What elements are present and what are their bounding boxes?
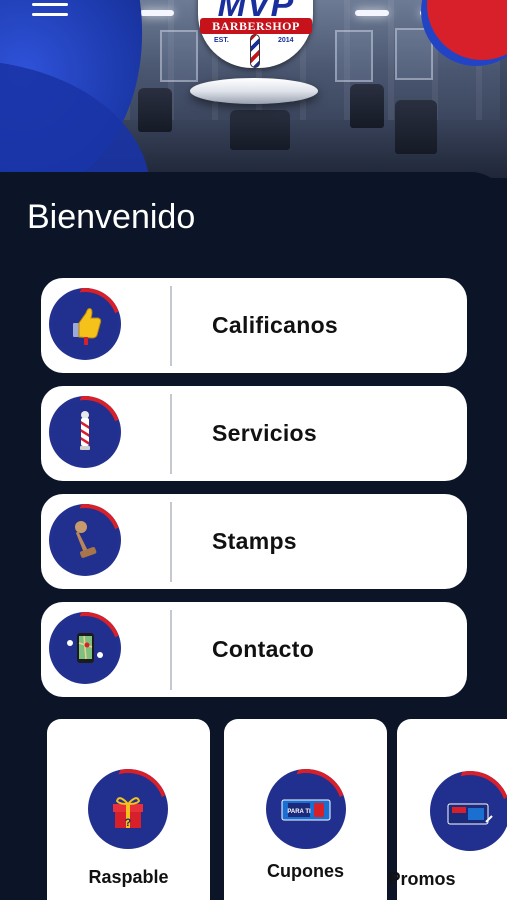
menu-item-servicios[interactable]: Servicios [41, 386, 467, 481]
header-banner: MVP BARBERSHOP EST. 2014 [0, 0, 507, 178]
barber-pole-icon [250, 34, 260, 68]
coupon-ticket-icon: PARA TI [266, 769, 346, 849]
hamburger-menu-icon[interactable] [32, 3, 70, 23]
logo-subtitle: BARBERSHOP [200, 18, 312, 34]
barber-chair [395, 100, 437, 154]
menu-item-label: Stamps [212, 528, 297, 554]
welcome-heading: Bienvenido [27, 198, 196, 236]
barber-pole-icon [49, 396, 121, 468]
tile-label: Raspable [88, 867, 169, 887]
menu-item-label: Calificanos [212, 312, 339, 338]
menu-item-contacto[interactable]: Contacto [41, 602, 467, 697]
ceiling-light [140, 10, 174, 16]
tile-label: Promos [388, 869, 456, 889]
promo-ticket-icon [430, 771, 507, 851]
reception-desk [230, 110, 290, 150]
svg-text:?: ? [125, 817, 132, 829]
menu-item-stamps[interactable]: Stamps [41, 494, 467, 589]
barber-chair [138, 88, 172, 132]
menu-item-label: Servicios [212, 420, 317, 446]
ceiling-light [355, 10, 389, 16]
tile-promos[interactable]: Promos [388, 719, 507, 900]
phone-map-icon [49, 612, 121, 684]
stamp-icon [49, 504, 121, 576]
logo-est-label: EST. [214, 37, 229, 44]
logo-est-year: 2014 [278, 37, 294, 44]
thumbs-up-icon [49, 288, 121, 360]
wall-mirror [395, 28, 433, 80]
tile-raspable[interactable]: ? Raspable [47, 719, 210, 900]
brand-logo: MVP BARBERSHOP EST. 2014 [188, 0, 328, 110]
barber-chair [350, 84, 384, 128]
gift-box-icon: ? [88, 769, 168, 849]
menu-item-calificanos[interactable]: Calificanos [41, 278, 467, 373]
wall-mirror [335, 30, 373, 82]
ticket-text: PARA TI [287, 809, 311, 815]
menu-item-label: Contacto [212, 636, 315, 662]
